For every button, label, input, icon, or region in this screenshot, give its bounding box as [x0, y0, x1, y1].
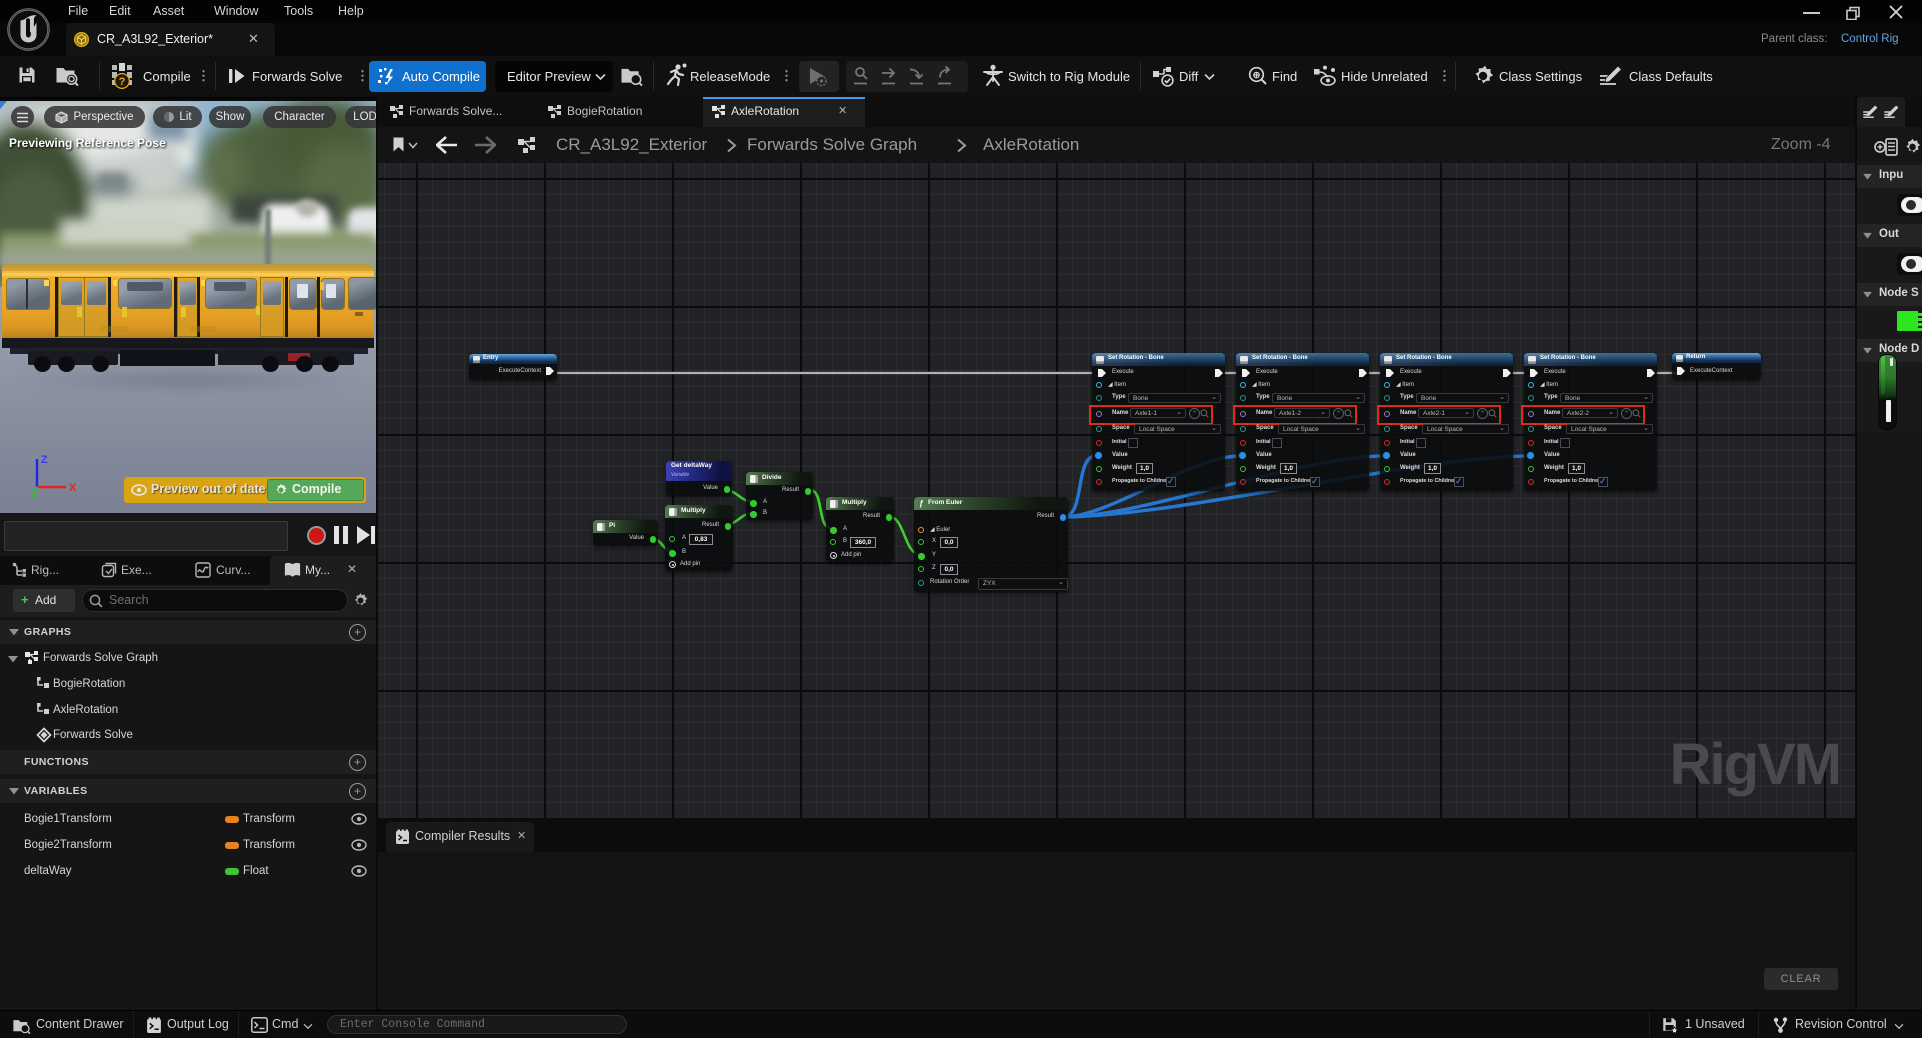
svg-text:Z: Z — [41, 454, 48, 466]
svg-text:Y: Y — [30, 491, 38, 501]
svg-text:X: X — [69, 482, 77, 494]
svg-text:⊕: ⊕ — [1253, 70, 1261, 81]
svg-text:?: ? — [119, 76, 126, 88]
